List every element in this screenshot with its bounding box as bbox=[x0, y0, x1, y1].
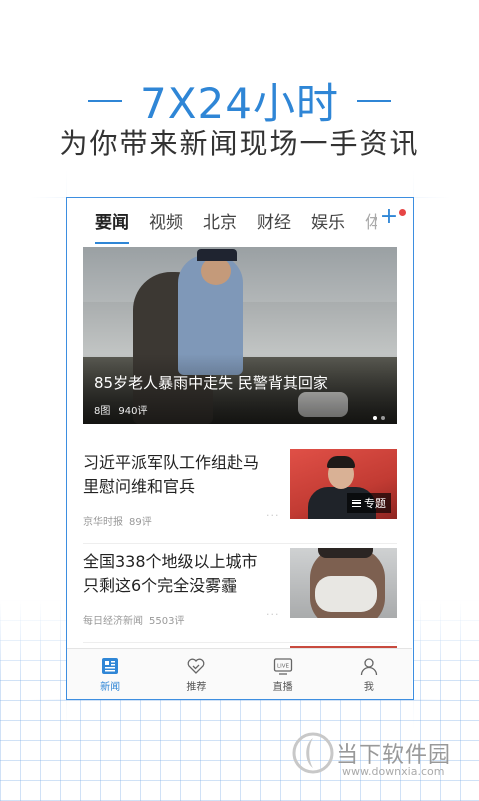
news-icon bbox=[102, 657, 119, 674]
hero-title: 85岁老人暴雨中走失 民警背其回家 bbox=[94, 374, 328, 392]
tab-entertainment[interactable]: 娱乐 bbox=[311, 208, 345, 233]
channel-tabs: 要闻 视频 北京 财经 娱乐 体 + bbox=[67, 198, 413, 244]
thumb-mask bbox=[315, 576, 377, 612]
news-thumbnail: 专题 bbox=[290, 449, 397, 519]
notification-dot bbox=[399, 209, 406, 216]
news-title: 全国338个地级以上城市只剩这6个完全没雾霾 bbox=[83, 552, 258, 595]
phone-screen: 要闻 视频 北京 财经 娱乐 体 + 85岁老人暴雨中走失 民警背其回家 8图 9… bbox=[66, 197, 414, 700]
carousel-dot bbox=[381, 416, 385, 420]
carousel-dot-active bbox=[373, 416, 377, 420]
nav-recommend-label: 推荐 bbox=[186, 681, 207, 693]
list-item[interactable]: 习近平派军队工作组赴马里慰问维和官兵 京华时报 89评 ··· 专题 bbox=[83, 445, 397, 544]
more-options-icon[interactable]: ··· bbox=[266, 608, 280, 621]
news-comments: 89评 bbox=[129, 517, 152, 528]
news-meta: 京华时报 89评 bbox=[83, 513, 158, 528]
list-icon bbox=[352, 499, 361, 507]
nav-live-label: 直播 bbox=[272, 681, 293, 693]
promo-subline: 为你带来新闻现场一手资讯 bbox=[59, 127, 420, 160]
brand-logo-icon bbox=[292, 732, 334, 774]
tab-sports[interactable]: 体 bbox=[365, 208, 377, 233]
nav-recommend[interactable]: 推荐 bbox=[153, 649, 239, 699]
thumb-hair bbox=[327, 456, 355, 468]
topic-badge-label: 专题 bbox=[364, 497, 386, 510]
hero-police-cap bbox=[197, 249, 237, 261]
tab-yaowen[interactable]: 要闻 bbox=[95, 208, 129, 244]
dash-left bbox=[88, 99, 123, 102]
list-item[interactable]: 全国338个地级以上城市只剩这6个完全没雾霾 每日经济新闻 5503评 ··· bbox=[83, 544, 397, 643]
tab-beijing[interactable]: 北京 bbox=[203, 208, 237, 233]
hero-police-head bbox=[201, 257, 231, 285]
hero-comment-count: 940评 bbox=[118, 406, 148, 417]
carousel-dots[interactable] bbox=[369, 405, 385, 424]
hero-image-count: 8图 bbox=[94, 406, 111, 417]
news-source: 每日经济新闻 bbox=[83, 616, 143, 627]
add-channel-button[interactable]: + bbox=[379, 206, 399, 228]
news-comments: 5503评 bbox=[149, 616, 185, 627]
thumb-hair bbox=[318, 548, 373, 558]
tab-video[interactable]: 视频 bbox=[149, 208, 183, 233]
news-title: 习近平派军队工作组赴马里慰问维和官兵 bbox=[83, 453, 260, 496]
news-source: 京华时报 bbox=[83, 517, 123, 528]
live-icon-text: LIVE bbox=[277, 663, 289, 669]
nav-news[interactable]: 新闻 bbox=[67, 649, 153, 699]
nav-me[interactable]: 我 bbox=[326, 649, 412, 699]
news-thumbnail bbox=[290, 548, 397, 618]
heart-icon bbox=[187, 658, 205, 674]
user-icon bbox=[360, 657, 378, 675]
nav-live[interactable]: LIVE 直播 bbox=[240, 649, 326, 699]
topic-badge: 专题 bbox=[347, 493, 391, 513]
dash-right bbox=[356, 99, 391, 102]
more-options-icon[interactable]: ··· bbox=[266, 509, 280, 522]
hero-article[interactable]: 85岁老人暴雨中走失 民警背其回家 8图 940评 bbox=[83, 247, 397, 424]
nav-news-label: 新闻 bbox=[100, 681, 121, 693]
tab-finance[interactable]: 财经 bbox=[257, 208, 291, 233]
news-meta: 每日经济新闻 5503评 bbox=[83, 612, 190, 627]
live-icon: LIVE bbox=[273, 657, 292, 675]
hero-meta: 8图 940评 bbox=[94, 402, 155, 417]
bottom-navigation: 新闻 推荐 LIVE 直播 我 bbox=[67, 648, 412, 699]
nav-me-label: 我 bbox=[363, 681, 374, 693]
brand-url: www.downxia.com bbox=[342, 765, 445, 778]
